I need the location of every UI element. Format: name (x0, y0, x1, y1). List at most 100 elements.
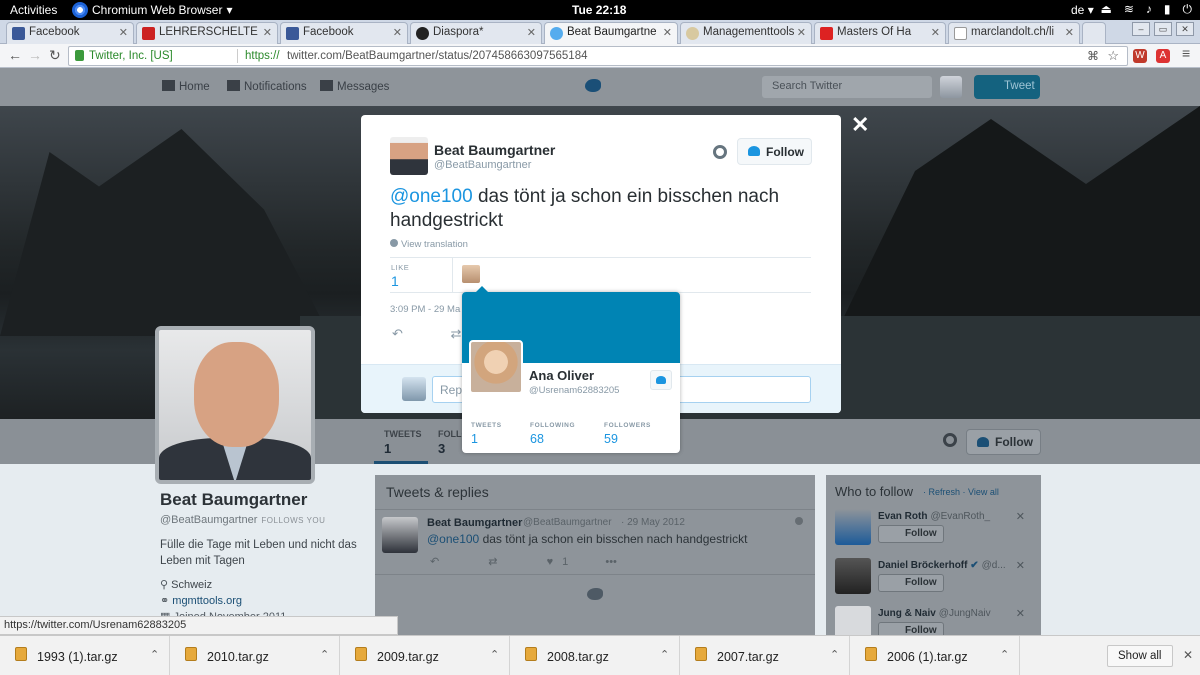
translate-icon[interactable]: ⌘ (1087, 49, 1099, 63)
tab-facebook-2[interactable]: Facebook ✕ (280, 22, 408, 44)
download-item[interactable]: 2007.tar.gz ⌃ (680, 636, 850, 675)
hovercard-following[interactable]: FOLLOWING 68 (530, 422, 575, 446)
new-tab-button[interactable] (1082, 22, 1106, 44)
hovercard-followers[interactable]: FOLLOWERS 59 (604, 422, 651, 446)
refresh-link[interactable]: · Refresh (923, 487, 960, 497)
follow-button[interactable] (650, 370, 672, 390)
hovercard-name[interactable]: Ana Oliver (529, 368, 594, 383)
activities-button[interactable]: Activities (10, 3, 57, 17)
minimize-button[interactable]: – (1132, 22, 1150, 36)
close-icon[interactable]: ✕ (263, 26, 272, 39)
close-icon[interactable]: ✕ (797, 26, 806, 39)
more-icon[interactable]: ••• (605, 556, 617, 568)
tab-youtube[interactable]: Masters Of Ha ✕ (814, 22, 946, 44)
adblock-icon[interactable]: A (1156, 49, 1170, 63)
forward-button[interactable]: → (28, 47, 42, 63)
tweet-button[interactable]: Tweet (974, 75, 1040, 99)
profile-name[interactable]: Beat Baumgartner (160, 490, 360, 510)
follow-button[interactable]: Follow (966, 429, 1041, 455)
close-icon[interactable]: ✕ (119, 26, 128, 39)
dismiss-icon[interactable]: ✕ (1016, 510, 1025, 523)
nav-notifications[interactable]: Notifications (227, 80, 307, 93)
avatar[interactable] (390, 137, 428, 175)
download-item[interactable]: 2006 (1).tar.gz ⌃ (850, 636, 1020, 675)
tab-managementtools[interactable]: Managementtools ✕ (680, 22, 812, 44)
download-item[interactable]: 1993 (1).tar.gz ⌃ (0, 636, 170, 675)
clock[interactable]: Tue 22:18 (572, 3, 626, 17)
back-button[interactable]: ← (8, 47, 22, 63)
download-item[interactable]: 2008.tar.gz ⌃ (510, 636, 680, 675)
nav-messages[interactable]: Messages (320, 80, 389, 93)
likes-count[interactable]: 1 (391, 273, 399, 289)
hovercard-tweets[interactable]: TWEETS 1 (471, 422, 502, 446)
view-translation-link[interactable]: View translation (390, 239, 468, 250)
avatar[interactable] (382, 517, 418, 553)
follow-button[interactable]: Follow (878, 622, 944, 635)
keyboard-layout[interactable]: de ▾ (1071, 3, 1094, 17)
modal-close-icon[interactable]: ✕ (851, 112, 869, 138)
dismiss-icon[interactable]: ✕ (1016, 607, 1025, 620)
tab-marclandolt[interactable]: marclandolt.ch/li ✕ (948, 22, 1080, 44)
extension-w-icon[interactable]: W (1133, 49, 1147, 63)
chevron-up-icon[interactable]: ⌃ (490, 648, 499, 661)
tweet-author[interactable]: Beat Baumgartner (427, 517, 522, 529)
tweet-handle[interactable]: @BeatBaumgartner (434, 159, 531, 171)
profile-avatar[interactable] (155, 326, 315, 484)
tweet-author[interactable]: Beat Baumgartner (434, 142, 555, 158)
mention-link[interactable]: @one100 (390, 186, 473, 207)
tweet-menu-icon[interactable] (795, 517, 803, 525)
close-icon[interactable]: ✕ (527, 26, 536, 39)
search-input[interactable]: Search Twitter (762, 76, 932, 98)
hovercard-handle[interactable]: @Usrenam62883205 (529, 385, 619, 396)
dismiss-icon[interactable]: ✕ (1016, 559, 1025, 572)
avatar[interactable] (835, 606, 871, 635)
tab-facebook-1[interactable]: Facebook ✕ (6, 22, 134, 44)
avatar[interactable] (469, 340, 523, 394)
chevron-up-icon[interactable]: ⌃ (660, 648, 669, 661)
view-all-link[interactable]: · View all (963, 487, 999, 497)
show-all-downloads-button[interactable]: Show all (1107, 645, 1173, 667)
close-icon[interactable]: ✕ (931, 26, 940, 39)
heart-icon[interactable]: ♥ (547, 556, 554, 568)
profile-website[interactable]: ⚭ mgmttools.org (160, 593, 360, 609)
app-menu[interactable]: Chromium Web Browser ▾ (72, 0, 233, 20)
follow-button[interactable]: Follow (737, 138, 812, 165)
chevron-up-icon[interactable]: ⌃ (830, 648, 839, 661)
chevron-up-icon[interactable]: ⌃ (320, 648, 329, 661)
follow-button[interactable]: Follow (878, 525, 944, 543)
tweet-date[interactable]: · 29 May 2012 (621, 517, 685, 528)
tab-lehrerschelte[interactable]: LEHRERSCHELTE ✕ (136, 22, 278, 44)
avatar[interactable] (835, 509, 871, 545)
tab-diaspora[interactable]: Diaspora* ✕ (410, 22, 542, 44)
system-tray[interactable]: ⏏ ≋ ♪ ▮ ⏻ (1100, 2, 1192, 17)
close-icon[interactable]: ✕ (393, 26, 402, 39)
liker-avatar[interactable] (462, 265, 480, 283)
reply-icon[interactable]: ↶ (430, 556, 439, 568)
twitter-bird-icon[interactable] (585, 79, 601, 92)
avatar[interactable] (940, 76, 962, 98)
download-item[interactable]: 2009.tar.gz ⌃ (340, 636, 510, 675)
window-close-button[interactable]: ✕ (1176, 22, 1194, 36)
maximize-button[interactable]: ▭ (1154, 22, 1172, 36)
tab-twitter-active[interactable]: Beat Baumgartne ✕ (544, 22, 678, 44)
timeline-tweet[interactable]: Beat Baumgartner @BeatBaumgartner · 29 M… (375, 511, 815, 575)
reload-button[interactable]: ↻ (49, 47, 61, 64)
follow-button[interactable]: Follow (878, 574, 944, 592)
bookmark-star-icon[interactable]: ☆ (1107, 48, 1119, 64)
download-item[interactable]: 2010.tar.gz ⌃ (170, 636, 340, 675)
chevron-up-icon[interactable]: ⌃ (1000, 648, 1009, 661)
close-icon[interactable]: ✕ (1183, 648, 1193, 662)
retweet-icon[interactable]: ⇄ (451, 326, 462, 341)
tweets-count[interactable]: TWEETS 1 (384, 429, 422, 456)
retweet-icon[interactable]: ⇄ (488, 556, 497, 568)
gear-icon[interactable] (713, 145, 727, 159)
chevron-up-icon[interactable]: ⌃ (150, 648, 159, 661)
avatar[interactable] (835, 558, 871, 594)
address-bar[interactable]: Twitter, Inc. [US] https:// twitter.com/… (68, 46, 1128, 66)
close-icon[interactable]: ✕ (1065, 26, 1074, 39)
reply-icon[interactable]: ↶ (392, 326, 403, 341)
close-icon[interactable]: ✕ (663, 26, 672, 39)
menu-icon[interactable]: ≡ (1182, 45, 1190, 61)
nav-home[interactable]: Home (162, 80, 210, 93)
mention-link[interactable]: @one100 (427, 532, 479, 546)
